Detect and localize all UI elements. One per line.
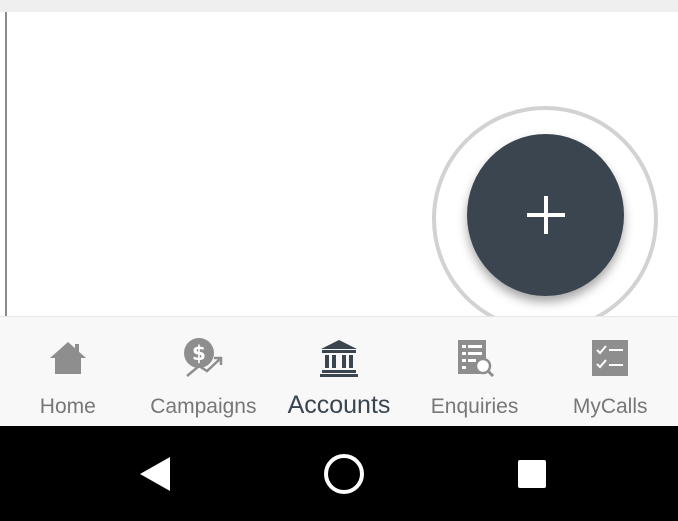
add-fab-button[interactable] xyxy=(467,134,624,296)
home-icon xyxy=(49,342,86,374)
nav-item-mycalls[interactable]: MyCalls xyxy=(542,317,678,426)
campaign-money-icon: $ xyxy=(184,338,223,377)
home-circle-icon xyxy=(324,453,364,494)
bank-icon xyxy=(319,340,358,377)
nav-label-mycalls: MyCalls xyxy=(572,395,648,418)
nav-label-accounts: Accounts xyxy=(287,391,391,419)
status-strip xyxy=(0,0,678,12)
system-back-button[interactable] xyxy=(130,426,180,521)
bottom-navigation: Home $ Campaigns Accounts Enquiries MyCa… xyxy=(0,316,678,426)
nav-item-home[interactable]: Home xyxy=(0,317,136,426)
nav-item-enquiries[interactable]: Enquiries xyxy=(407,317,543,426)
checklist-icon xyxy=(592,340,629,376)
system-navigation-bar xyxy=(0,426,678,521)
enquiry-search-icon xyxy=(457,340,494,378)
content-left-border xyxy=(5,12,7,316)
plus-icon xyxy=(526,196,565,234)
system-recents-button[interactable] xyxy=(507,426,557,521)
nav-label-campaigns: Campaigns xyxy=(150,395,257,418)
svg-text:$: $ xyxy=(192,341,206,365)
app-screen: Home $ Campaigns Accounts Enquiries MyCa… xyxy=(0,0,678,521)
nav-label-enquiries: Enquiries xyxy=(430,395,519,418)
nav-label-home: Home xyxy=(39,395,96,418)
back-icon xyxy=(140,456,170,491)
nav-item-accounts[interactable]: Accounts xyxy=(271,317,407,426)
recents-square-icon xyxy=(518,459,546,488)
system-home-button[interactable] xyxy=(319,426,369,521)
nav-item-campaigns[interactable]: $ Campaigns xyxy=(136,317,272,426)
